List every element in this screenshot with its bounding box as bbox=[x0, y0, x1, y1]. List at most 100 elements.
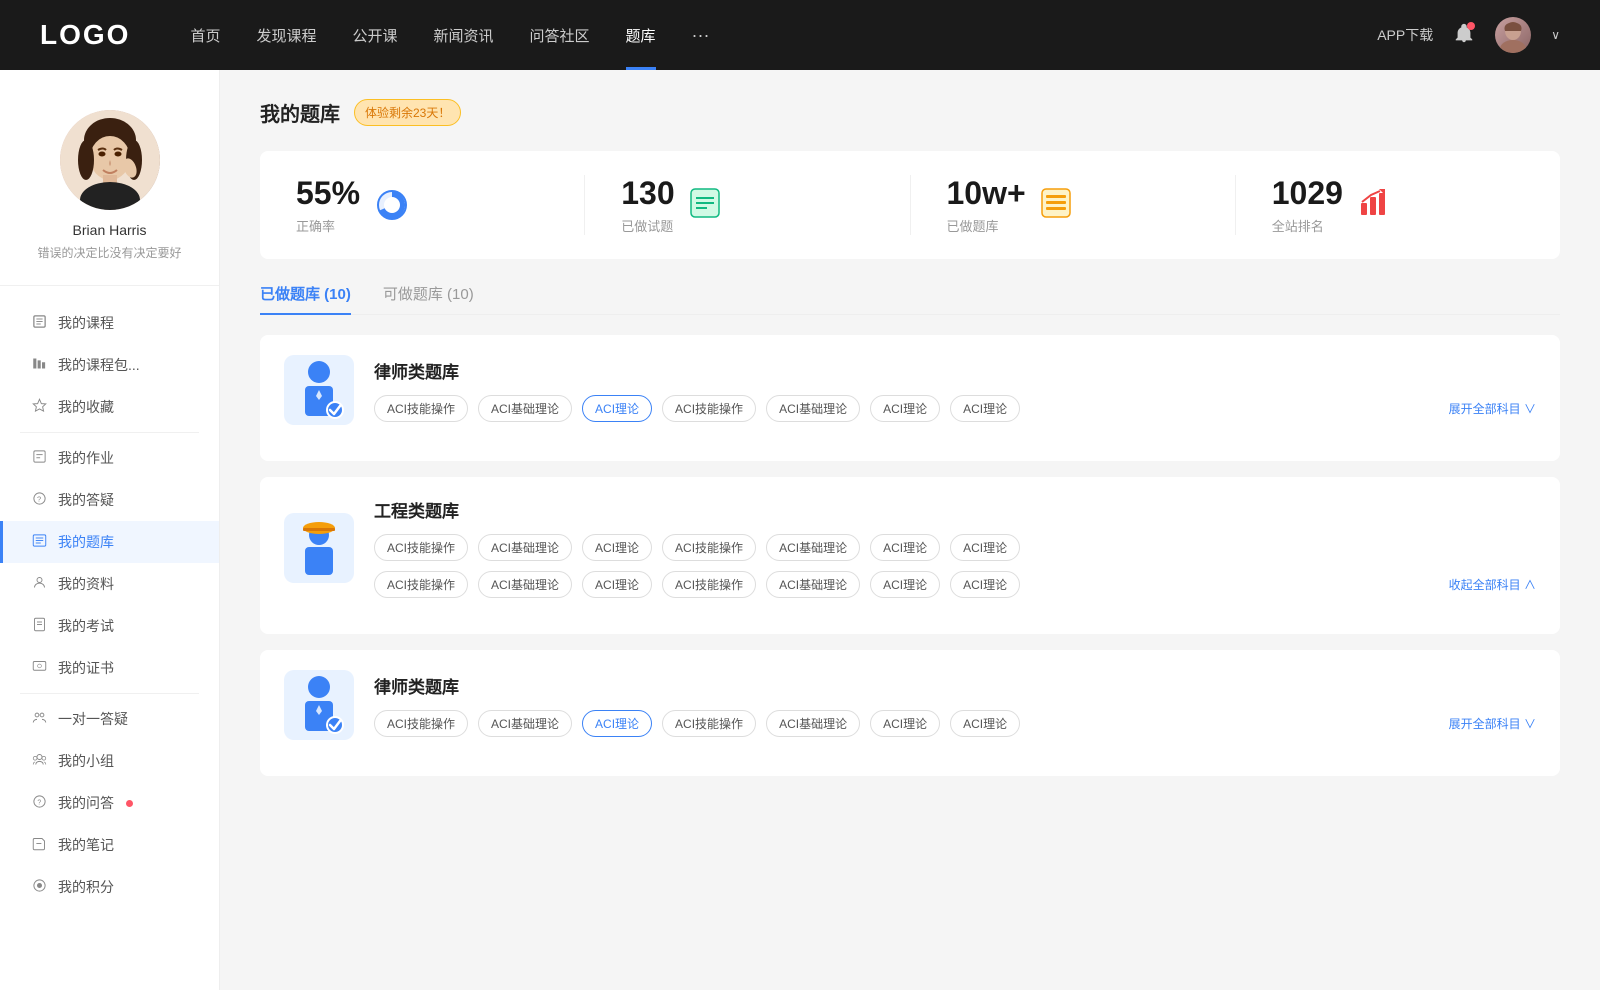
tag-eng-1-5[interactable]: ACI基础理论 bbox=[766, 534, 860, 561]
sidebar-label-my-favorites: 我的收藏 bbox=[58, 397, 114, 417]
qbank-header-lawyer-2: 律师类题库 ACI技能操作 ACI基础理论 ACI理论 ACI技能操作 ACI基… bbox=[284, 670, 1536, 740]
profile-section: Brian Harris 错误的决定比没有决定要好 bbox=[0, 90, 219, 286]
tab-done-banks[interactable]: 已做题库 (10) bbox=[260, 283, 351, 314]
sidebar-item-my-exam[interactable]: 我的考试 bbox=[0, 605, 219, 647]
done-questions-icon bbox=[689, 187, 725, 223]
tag-eng-2-2[interactable]: ACI基础理论 bbox=[478, 571, 572, 598]
rank-label: 全站排名 bbox=[1272, 216, 1343, 235]
sidebar-label-my-questions: 我的问答 bbox=[58, 793, 114, 813]
tag-lawyer1-5[interactable]: ACI基础理论 bbox=[766, 395, 860, 422]
rank-value: 1029 bbox=[1272, 175, 1343, 212]
stat-rank-text: 1029 全站排名 bbox=[1272, 175, 1343, 235]
sidebar-item-my-favorites[interactable]: 我的收藏 bbox=[0, 386, 219, 428]
tag-lawyer2-4[interactable]: ACI技能操作 bbox=[662, 710, 756, 737]
menu-divider-2 bbox=[20, 693, 199, 694]
tag-eng-1-2[interactable]: ACI基础理论 bbox=[478, 534, 572, 561]
nav-dropdown-chevron[interactable]: ∨ bbox=[1551, 28, 1560, 42]
star-icon bbox=[30, 398, 48, 417]
nav-discover[interactable]: 发现课程 bbox=[256, 25, 316, 46]
sidebar-item-one-on-one[interactable]: 一对一答疑 bbox=[0, 698, 219, 740]
group-icon bbox=[30, 752, 48, 771]
nav-right: APP下载 ∨ bbox=[1377, 17, 1560, 53]
sidebar-item-my-qbank[interactable]: 我的题库 bbox=[0, 521, 219, 563]
tag-eng-1-7[interactable]: ACI理论 bbox=[950, 534, 1020, 561]
sidebar-label-my-exam: 我的考试 bbox=[58, 616, 114, 636]
nav-news[interactable]: 新闻资讯 bbox=[434, 25, 494, 46]
tag-eng-2-1[interactable]: ACI技能操作 bbox=[374, 571, 468, 598]
tag-eng-1-4[interactable]: ACI技能操作 bbox=[662, 534, 756, 561]
tag-eng-2-6[interactable]: ACI理论 bbox=[870, 571, 940, 598]
nav-more[interactable]: ··· bbox=[692, 25, 710, 46]
tag-eng-1-6[interactable]: ACI理论 bbox=[870, 534, 940, 561]
sidebar-item-my-homework[interactable]: 我的作业 bbox=[0, 437, 219, 479]
logo: LOGO bbox=[40, 19, 130, 51]
tag-lawyer2-5[interactable]: ACI基础理论 bbox=[766, 710, 860, 737]
questions-icon: ? bbox=[30, 794, 48, 813]
tag-eng-2-3[interactable]: ACI理论 bbox=[582, 571, 652, 598]
tag-lawyer2-7[interactable]: ACI理论 bbox=[950, 710, 1020, 737]
sidebar-item-my-questions[interactable]: ? 我的问答 bbox=[0, 782, 219, 824]
profile-icon bbox=[30, 575, 48, 594]
nav-qa[interactable]: 问答社区 bbox=[530, 25, 590, 46]
tag-lawyer1-4[interactable]: ACI技能操作 bbox=[662, 395, 756, 422]
one-on-one-icon bbox=[30, 710, 48, 729]
done-banks-label: 已做题库 bbox=[947, 216, 1026, 235]
tab-available-banks[interactable]: 可做题库 (10) bbox=[383, 283, 474, 314]
sidebar-item-my-profile[interactable]: 我的资料 bbox=[0, 563, 219, 605]
expand-lawyer-1[interactable]: 展开全部科目 ∨ bbox=[1449, 400, 1536, 417]
tag-eng-1-3[interactable]: ACI理论 bbox=[582, 534, 652, 561]
tag-eng-2-5[interactable]: ACI基础理论 bbox=[766, 571, 860, 598]
accuracy-icon bbox=[374, 187, 410, 223]
qbank-tags-lawyer-1: ACI技能操作 ACI基础理论 ACI理论 ACI技能操作 ACI基础理论 AC… bbox=[374, 395, 1536, 422]
accuracy-label: 正确率 bbox=[296, 216, 360, 235]
qbank-details-engineer: 工程类题库 ACI技能操作 ACI基础理论 ACI理论 ACI技能操作 ACI基… bbox=[374, 497, 1536, 598]
tag-lawyer1-1[interactable]: ACI技能操作 bbox=[374, 395, 468, 422]
sidebar-item-my-qa[interactable]: ? 我的答疑 bbox=[0, 479, 219, 521]
notification-dot bbox=[1467, 22, 1475, 30]
stats-bar: 55% 正确率 130 已做试题 bbox=[260, 151, 1560, 259]
sidebar-label-my-qa: 我的答疑 bbox=[58, 490, 114, 510]
avatar-image bbox=[1495, 17, 1531, 53]
done-questions-value: 130 bbox=[621, 175, 674, 212]
tag-lawyer1-3[interactable]: ACI理论 bbox=[582, 395, 652, 422]
tag-eng-1-1[interactable]: ACI技能操作 bbox=[374, 534, 468, 561]
sidebar-item-my-notes[interactable]: 我的笔记 bbox=[0, 824, 219, 866]
tag-lawyer1-7[interactable]: ACI理论 bbox=[950, 395, 1020, 422]
avatar[interactable] bbox=[1495, 17, 1531, 53]
tag-lawyer2-2[interactable]: ACI基础理论 bbox=[478, 710, 572, 737]
tag-lawyer2-1[interactable]: ACI技能操作 bbox=[374, 710, 468, 737]
qbank-tabs: 已做题库 (10) 可做题库 (10) bbox=[260, 283, 1560, 315]
sidebar-menu: 我的课程 我的课程包... 我的收藏 我的作业 bbox=[0, 286, 219, 924]
sidebar-label-my-group: 我的小组 bbox=[58, 751, 114, 771]
nav-opencourse[interactable]: 公开课 bbox=[352, 25, 397, 46]
nav-qbank[interactable]: 题库 bbox=[626, 25, 656, 46]
qbank-details-lawyer-1: 律师类题库 ACI技能操作 ACI基础理论 ACI理论 ACI技能操作 ACI基… bbox=[374, 358, 1536, 422]
nav-home[interactable]: 首页 bbox=[190, 25, 220, 46]
tag-eng-2-7[interactable]: ACI理论 bbox=[950, 571, 1020, 598]
qbank-tags-engineer-row2: ACI技能操作 ACI基础理论 ACI理论 ACI技能操作 ACI基础理论 AC… bbox=[374, 571, 1536, 598]
notification-bell[interactable] bbox=[1453, 22, 1475, 49]
qbank-icon-engineer bbox=[284, 513, 354, 583]
exam-icon bbox=[30, 617, 48, 636]
sidebar-item-my-courses[interactable]: 我的课程 bbox=[0, 302, 219, 344]
course-icon bbox=[30, 314, 48, 333]
qbank-card-lawyer-1: 律师类题库 ACI技能操作 ACI基础理论 ACI理论 ACI技能操作 ACI基… bbox=[260, 335, 1560, 461]
sidebar-item-my-points[interactable]: 我的积分 bbox=[0, 866, 219, 908]
collapse-engineer[interactable]: 收起全部科目 ∧ bbox=[1449, 576, 1536, 593]
avatar-svg bbox=[1495, 17, 1531, 53]
tag-lawyer2-3[interactable]: ACI理论 bbox=[582, 710, 652, 737]
app-download-link[interactable]: APP下载 bbox=[1377, 25, 1433, 45]
qbank-tags-engineer-row1: ACI技能操作 ACI基础理论 ACI理论 ACI技能操作 ACI基础理论 AC… bbox=[374, 534, 1536, 561]
qbank-icon-lawyer-2 bbox=[284, 670, 354, 740]
sidebar-item-my-packages[interactable]: 我的课程包... bbox=[0, 344, 219, 386]
tag-eng-2-4[interactable]: ACI技能操作 bbox=[662, 571, 756, 598]
tag-lawyer2-6[interactable]: ACI理论 bbox=[870, 710, 940, 737]
sidebar-item-my-group[interactable]: 我的小组 bbox=[0, 740, 219, 782]
sidebar-item-my-cert[interactable]: 我的证书 bbox=[0, 647, 219, 689]
tag-lawyer1-6[interactable]: ACI理论 bbox=[870, 395, 940, 422]
expand-lawyer-2[interactable]: 展开全部科目 ∨ bbox=[1449, 715, 1536, 732]
svg-text:?: ? bbox=[37, 799, 41, 806]
sidebar-label-my-notes: 我的笔记 bbox=[58, 835, 114, 855]
accuracy-value: 55% bbox=[296, 175, 360, 212]
tag-lawyer1-2[interactable]: ACI基础理论 bbox=[478, 395, 572, 422]
